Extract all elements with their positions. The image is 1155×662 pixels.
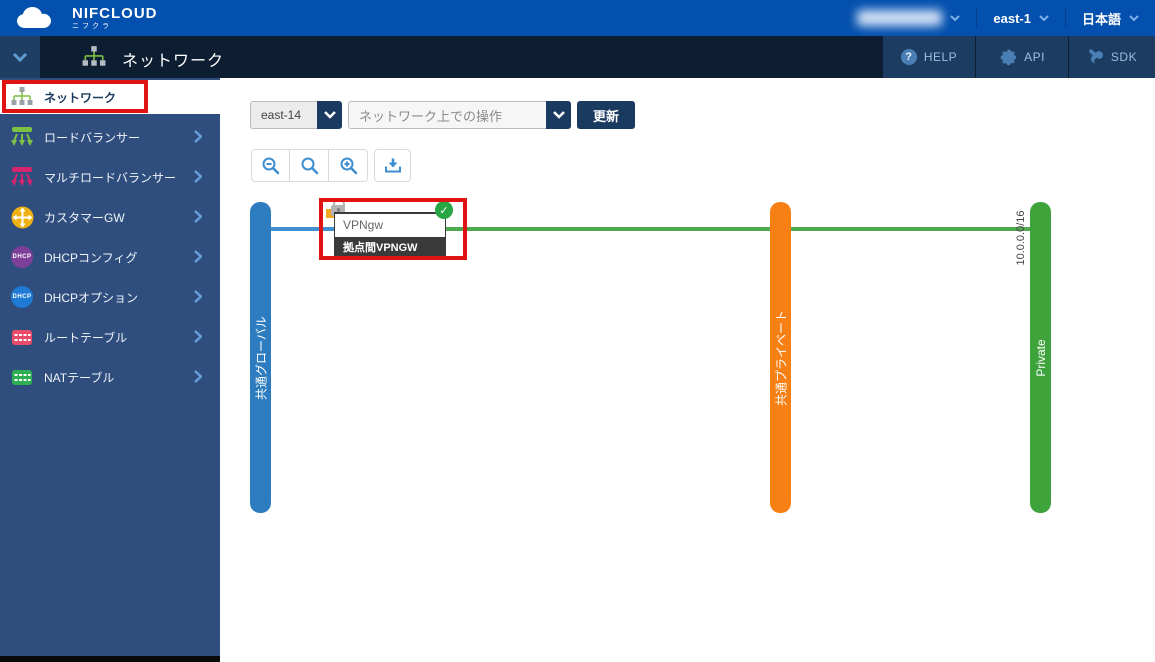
brand-subtitle: ニフクラ — [72, 23, 158, 31]
cloud-logo-icon — [14, 4, 64, 32]
sdk-label: SDK — [1111, 50, 1137, 64]
zoom-controls — [251, 149, 368, 182]
download-button[interactable] — [374, 149, 411, 182]
nat-table-icon — [10, 365, 34, 389]
action-select-value: ネットワーク上での操作 — [359, 106, 502, 125]
chevron-right-icon — [194, 290, 202, 303]
sidebar: ネットワーク ロードバランサー — [0, 78, 220, 656]
network-bar-label: Private — [1034, 339, 1048, 376]
account-menu[interactable] — [841, 0, 976, 36]
zoom-in-button[interactable] — [329, 149, 368, 182]
account-name-redacted — [857, 10, 942, 26]
chevron-right-icon — [194, 210, 202, 223]
vpngw-type-label: 拠点間VPNGW — [335, 237, 445, 258]
puzzle-icon — [999, 48, 1017, 66]
language-menu[interactable]: 日本語 — [1066, 0, 1155, 36]
chevron-right-icon — [194, 330, 202, 343]
sidebar-item-label: NATテーブル — [44, 369, 114, 386]
sidebar-item-route-table[interactable]: ルートテーブル — [0, 321, 220, 353]
brand-name: NIFCLOUD — [72, 6, 158, 21]
sidebar-item-label: ルートテーブル — [44, 329, 127, 346]
zoom-reset-button[interactable] — [290, 149, 329, 182]
sidebar-item-label: DHCPコンフィグ — [44, 249, 137, 266]
magnifier-icon — [300, 156, 319, 175]
download-icon — [385, 158, 401, 173]
zone-select[interactable]: east-14 — [250, 101, 317, 129]
route-table-icon — [10, 325, 34, 349]
sidebar-item-nat-table[interactable]: NATテーブル — [0, 361, 220, 393]
api-label: API — [1024, 50, 1045, 64]
private-cidr-label: 10.0.0.0/16 — [1015, 203, 1027, 273]
network-tree-icon — [82, 46, 106, 73]
help-button[interactable]: ? HELP — [882, 36, 975, 78]
vpngw-tooltip[interactable]: VPNgw 拠点間VPNGW — [334, 212, 446, 259]
customer-gateway-icon — [10, 205, 34, 229]
link-vpngw-to-private — [440, 227, 1041, 231]
chevron-right-icon — [194, 250, 202, 263]
sidebar-item-network[interactable]: ネットワーク — [0, 80, 220, 114]
sdk-button[interactable]: SDK — [1068, 36, 1155, 78]
zoom-in-icon — [339, 156, 358, 175]
zone-select-chevron[interactable] — [317, 101, 342, 129]
zone-select-value: east-14 — [261, 108, 301, 122]
action-select[interactable]: ネットワーク上での操作 — [348, 101, 546, 129]
sidebar-item-load-balancer[interactable]: ロードバランサー — [0, 121, 220, 153]
sidebar-item-customer-gateway[interactable]: カスタマーGW — [0, 201, 220, 233]
sidebar-item-label: ロードバランサー — [44, 129, 140, 146]
network-bar-label: 共通プライベート — [773, 310, 790, 406]
language-label: 日本語 — [1082, 9, 1121, 28]
chevron-down-icon — [13, 53, 27, 62]
sidebar-collapse-button[interactable] — [0, 36, 40, 78]
action-select-chevron[interactable] — [546, 101, 571, 129]
sidebar-footer-strip — [0, 656, 220, 662]
top-bar: NIFCLOUD ニフクラ east-1 日本語 — [0, 0, 1155, 36]
chevron-down-icon — [1129, 15, 1139, 22]
sidebar-item-multi-load-balancer[interactable]: マルチロードバランサー — [0, 161, 220, 193]
chevron-down-icon — [553, 111, 565, 119]
help-icon: ? — [901, 49, 917, 65]
sidebar-item-label: DHCPオプション — [44, 289, 138, 306]
load-balancer-icon — [10, 125, 34, 149]
network-tree-icon — [10, 85, 34, 109]
chevron-right-icon — [194, 370, 202, 383]
chevron-down-icon — [1039, 15, 1049, 22]
vpngw-name: VPNgw — [335, 214, 445, 237]
page-title: ネットワーク — [122, 47, 224, 71]
zoom-out-icon — [261, 156, 280, 175]
multi-load-balancer-icon — [10, 165, 34, 189]
sidebar-item-dhcp-config[interactable]: DHCP DHCPコンフィグ — [0, 241, 220, 273]
dhcp-option-icon: DHCP — [11, 286, 33, 308]
wrench-icon — [1087, 49, 1104, 66]
zoom-out-button[interactable] — [251, 149, 290, 182]
refresh-button[interactable]: 更新 — [577, 101, 635, 129]
chevron-right-icon — [194, 130, 202, 143]
sidebar-item-label: ネットワーク — [44, 89, 116, 106]
nifcloud-console: NIFCLOUD ニフクラ east-1 日本語 — [0, 0, 1155, 662]
dhcp-config-icon: DHCP — [11, 246, 33, 268]
status-check-icon: ✓ — [435, 201, 453, 219]
sidebar-item-dhcp-option[interactable]: DHCP DHCPオプション — [0, 281, 220, 313]
chevron-right-icon — [194, 170, 202, 183]
chevron-down-icon — [324, 111, 336, 119]
region-label: east-1 — [993, 11, 1031, 26]
region-menu[interactable]: east-1 — [977, 0, 1065, 36]
network-bar-label: 共通グローバル — [253, 316, 270, 400]
sidebar-item-label: マルチロードバランサー — [44, 169, 176, 186]
chevron-down-icon — [950, 15, 960, 22]
help-label: HELP — [924, 50, 957, 64]
api-button[interactable]: API — [975, 36, 1068, 78]
sidebar-item-label: カスタマーGW — [44, 209, 125, 226]
page-header: ネットワーク ? HELP API SDK — [0, 36, 1155, 78]
brand-logo[interactable]: NIFCLOUD ニフクラ — [14, 2, 158, 34]
